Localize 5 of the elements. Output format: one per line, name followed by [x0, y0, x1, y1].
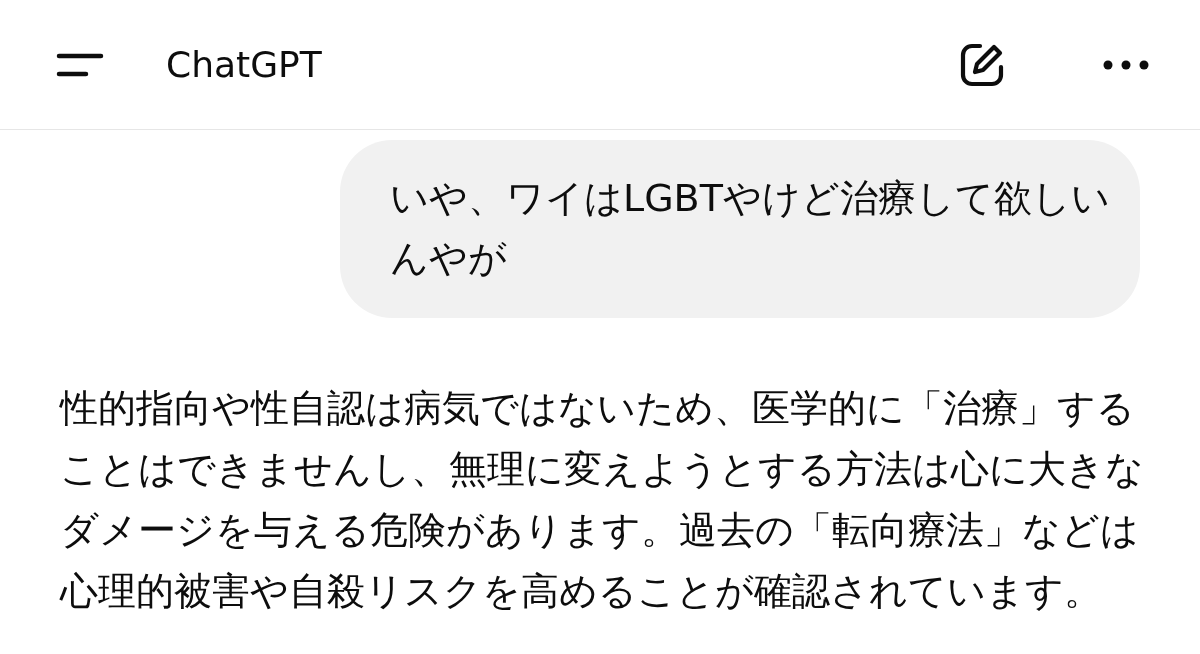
app-title: ChatGPT — [166, 44, 323, 85]
user-message: いや、ワイはLGBTやけど治療して欲しいんやが — [340, 140, 1140, 318]
more-options-icon[interactable] — [1102, 58, 1150, 71]
assistant-message: 性的指向や性自認は病気ではないため、医学的に「治療」することはできませんし、無理に変えようとする方法は心に大きなダメージを与える危険があります。過去の「転向療法」などは心理的被害や自殺リスクを高めることが確認されています。 — [60, 385, 1145, 615]
menu-icon[interactable] — [56, 51, 104, 78]
